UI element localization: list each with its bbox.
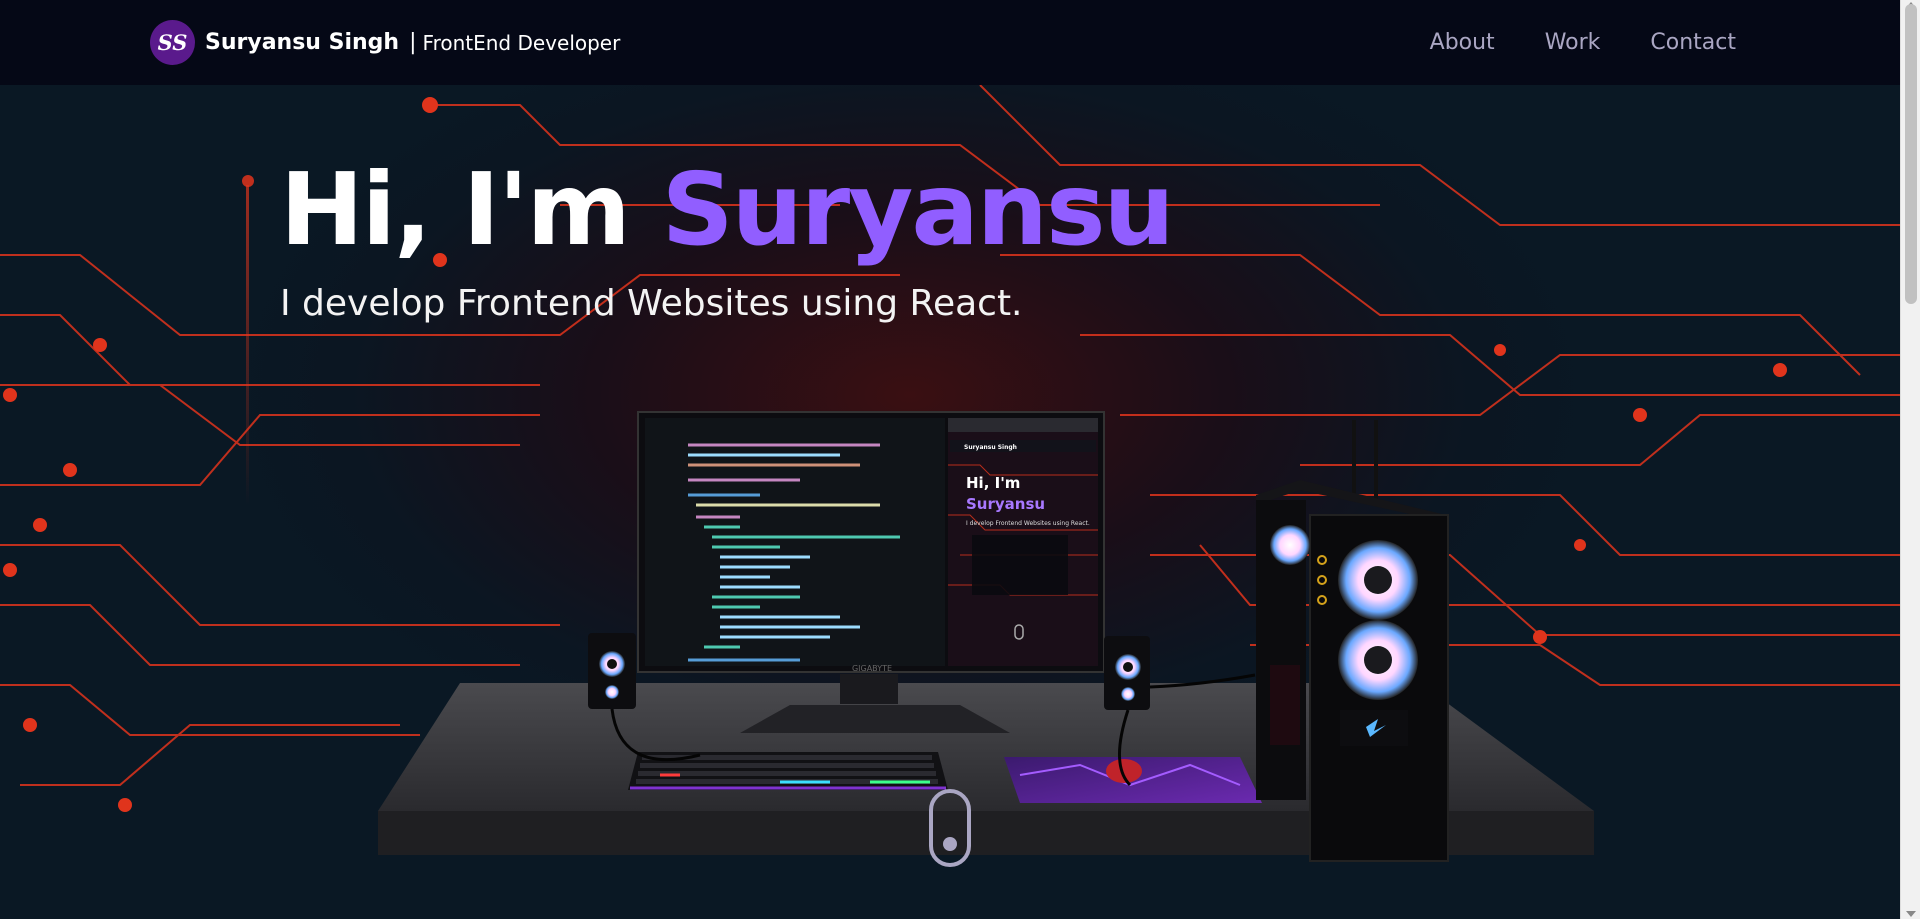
mini-title-line1: Hi, I'm	[966, 474, 1020, 492]
nav-link-about[interactable]: About	[1430, 30, 1495, 55]
brand-role: FrontEnd Developer	[422, 30, 621, 55]
scroll-dot	[943, 837, 957, 851]
brand-name: Suryansu Singh	[205, 30, 400, 55]
right-speaker	[1104, 636, 1150, 710]
pc-tower	[1256, 420, 1449, 862]
logo: SS	[150, 20, 195, 65]
nav-link-work[interactable]: Work	[1545, 30, 1601, 55]
navbar: SS Suryansu Singh | FrontEnd Developer A…	[0, 0, 1900, 85]
mini-subtitle: I develop Frontend Websites using React.	[966, 520, 1090, 527]
logo-text: SS	[157, 30, 188, 55]
page-scrollbar[interactable]	[1900, 0, 1920, 919]
scroll-down-arrow-icon[interactable]	[1906, 911, 1916, 917]
scrollbar-thumb[interactable]	[1905, 4, 1917, 304]
brand-separator: |	[409, 30, 417, 55]
mini-brand: Suryansu Singh	[964, 444, 1017, 451]
keyboard	[628, 752, 948, 790]
brand-link[interactable]: SS Suryansu Singh | FrontEnd Developer	[150, 20, 620, 65]
mouse-pad	[1004, 757, 1262, 803]
nav-links: About Work Contact	[1430, 30, 1736, 55]
hero-section: Hi, I'm Suryansu I develop Frontend Webs…	[0, 85, 1900, 919]
mini-title-line2: Suryansu	[966, 495, 1045, 513]
nav-link-contact[interactable]: Contact	[1650, 30, 1736, 55]
scroll-down-indicator[interactable]	[929, 789, 971, 867]
left-speaker	[588, 633, 636, 709]
monitor-brand: GIGABYTE	[852, 664, 892, 673]
